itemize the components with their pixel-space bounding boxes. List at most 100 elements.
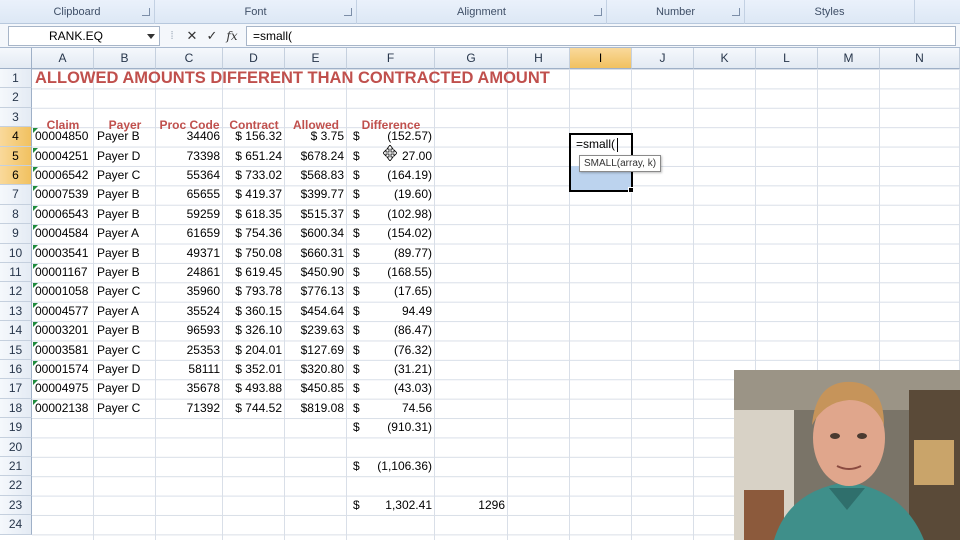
- cell-allowed[interactable]: $660.31: [285, 244, 347, 263]
- row-header-19[interactable]: 19: [0, 418, 32, 438]
- cell-total-difference[interactable]: (910.31): [347, 418, 435, 437]
- cell-difference[interactable]: (19.60): [347, 185, 435, 204]
- cell-difference[interactable]: (154.02): [347, 224, 435, 243]
- check-icon[interactable]: ✓: [203, 26, 221, 46]
- cell-payer[interactable]: Payer B: [94, 205, 156, 224]
- column-header-d[interactable]: D: [223, 48, 285, 69]
- cell-proc-code[interactable]: 58111: [156, 360, 223, 379]
- cell-difference[interactable]: (152.57): [347, 127, 435, 146]
- row-header-8[interactable]: 8: [0, 204, 32, 225]
- cell-claim[interactable]: 00003201: [32, 321, 94, 340]
- cell-proc-code[interactable]: 73398: [156, 147, 223, 166]
- cell-difference[interactable]: (102.98): [347, 205, 435, 224]
- cell-payer[interactable]: Payer C: [94, 399, 156, 418]
- cell-allowed[interactable]: $127.69: [285, 341, 347, 360]
- cell-contract[interactable]: $ 419.37: [223, 185, 285, 204]
- cell-payer[interactable]: Payer D: [94, 147, 156, 166]
- cell-proc-code[interactable]: 25353: [156, 341, 223, 360]
- column-header-m[interactable]: M: [818, 48, 880, 69]
- column-header-b[interactable]: B: [94, 48, 156, 69]
- cell-difference[interactable]: 94.49: [347, 302, 435, 321]
- fill-handle[interactable]: [628, 187, 634, 193]
- cell-claim[interactable]: 00004850: [32, 127, 94, 146]
- dialog-launcher-icon[interactable]: [594, 8, 602, 16]
- active-cell-text[interactable]: =small(: [573, 135, 615, 154]
- cell-contract[interactable]: $ 204.01: [223, 341, 285, 360]
- cell-contract[interactable]: $ 352.01: [223, 360, 285, 379]
- row-header-9[interactable]: 9: [0, 224, 32, 244]
- cell-proc-code[interactable]: 24861: [156, 263, 223, 282]
- cell-proc-code[interactable]: 55364: [156, 166, 223, 185]
- row-header-17[interactable]: 17: [0, 379, 32, 399]
- cell-difference[interactable]: (31.21): [347, 360, 435, 379]
- row-header-16[interactable]: 16: [0, 360, 32, 380]
- cell-claim[interactable]: 00006543: [32, 205, 94, 224]
- cell-positive-sum[interactable]: 1,302.41: [347, 496, 435, 515]
- column-header-n[interactable]: N: [880, 48, 960, 69]
- chevron-down-icon[interactable]: [147, 34, 155, 39]
- cell-claim[interactable]: 00004975: [32, 379, 94, 398]
- dialog-launcher-icon[interactable]: [344, 8, 352, 16]
- cell-contract[interactable]: $ 754.36: [223, 224, 285, 243]
- cell-proc-code[interactable]: 35678: [156, 379, 223, 398]
- column-header-j[interactable]: J: [632, 48, 694, 69]
- function-icon[interactable]: fx: [223, 26, 241, 46]
- cell-difference[interactable]: (164.19): [347, 166, 435, 185]
- cell-payer[interactable]: Payer A: [94, 224, 156, 243]
- cell-difference[interactable]: (89.77): [347, 244, 435, 263]
- row-header-21[interactable]: 21: [0, 457, 32, 477]
- row-header-18[interactable]: 18: [0, 398, 32, 419]
- cell-difference[interactable]: (76.32): [347, 341, 435, 360]
- dialog-launcher-icon[interactable]: [732, 8, 740, 16]
- cell-contract[interactable]: $ 793.78: [223, 282, 285, 301]
- row-header-1[interactable]: 1: [0, 69, 32, 89]
- row-header-13[interactable]: 13: [0, 301, 32, 322]
- row-header-4[interactable]: 4: [0, 127, 32, 147]
- row-header-10[interactable]: 10: [0, 243, 32, 263]
- cell-allowed[interactable]: $ 3.75: [285, 127, 347, 146]
- cell-payer[interactable]: Payer A: [94, 302, 156, 321]
- row-header-2[interactable]: 2: [0, 88, 32, 108]
- name-box[interactable]: RANK.EQ: [8, 26, 160, 46]
- cell-contract[interactable]: $ 618.35: [223, 205, 285, 224]
- cell-contract[interactable]: $ 493.88: [223, 379, 285, 398]
- select-all-corner[interactable]: [0, 48, 32, 69]
- cell-allowed[interactable]: $678.24: [285, 147, 347, 166]
- cell-contract[interactable]: $ 619.45: [223, 263, 285, 282]
- cell-allowed[interactable]: $239.63: [285, 321, 347, 340]
- cell-allowed[interactable]: $600.34: [285, 224, 347, 243]
- cell-proc-code[interactable]: 35960: [156, 282, 223, 301]
- cell-claim[interactable]: 00004577: [32, 302, 94, 321]
- column-header-k[interactable]: K: [694, 48, 756, 69]
- cell-difference[interactable]: (17.65): [347, 282, 435, 301]
- cell-difference[interactable]: (168.55): [347, 263, 435, 282]
- cell-allowed[interactable]: $450.90: [285, 263, 347, 282]
- cell-allowed[interactable]: $450.85: [285, 379, 347, 398]
- cell-claim[interactable]: 00001167: [32, 263, 94, 282]
- row-header-12[interactable]: 12: [0, 282, 32, 302]
- column-header-a[interactable]: A: [32, 48, 94, 69]
- row-header-11[interactable]: 11: [0, 263, 32, 283]
- row-header-7[interactable]: 7: [0, 185, 32, 205]
- cell-claim[interactable]: 00001574: [32, 360, 94, 379]
- cell-claim[interactable]: 00003541: [32, 244, 94, 263]
- cell-allowed[interactable]: $399.77: [285, 185, 347, 204]
- row-header-14[interactable]: 14: [0, 321, 32, 341]
- cell-payer[interactable]: Payer B: [94, 185, 156, 204]
- cell-proc-code[interactable]: 59259: [156, 205, 223, 224]
- cell-claim[interactable]: 00003581: [32, 341, 94, 360]
- row-header-24[interactable]: 24: [0, 515, 32, 535]
- cell-claim[interactable]: 00007539: [32, 185, 94, 204]
- row-header-3[interactable]: 3: [0, 107, 32, 128]
- cell-payer[interactable]: Payer B: [94, 127, 156, 146]
- row-header-5[interactable]: 5: [0, 146, 32, 166]
- column-header-h[interactable]: H: [508, 48, 570, 69]
- sheet-title[interactable]: ALLOWED AMOUNTS DIFFERENT THAN CONTRACTE…: [32, 69, 550, 88]
- cell-claim[interactable]: 00002138: [32, 399, 94, 418]
- cell-proc-code[interactable]: 34406: [156, 127, 223, 146]
- dialog-launcher-icon[interactable]: [142, 8, 150, 16]
- cell-proc-code[interactable]: 61659: [156, 224, 223, 243]
- column-header-f[interactable]: F: [347, 48, 435, 69]
- cell-allowed[interactable]: $320.80: [285, 360, 347, 379]
- function-tooltip[interactable]: SMALL(array, k): [579, 155, 662, 172]
